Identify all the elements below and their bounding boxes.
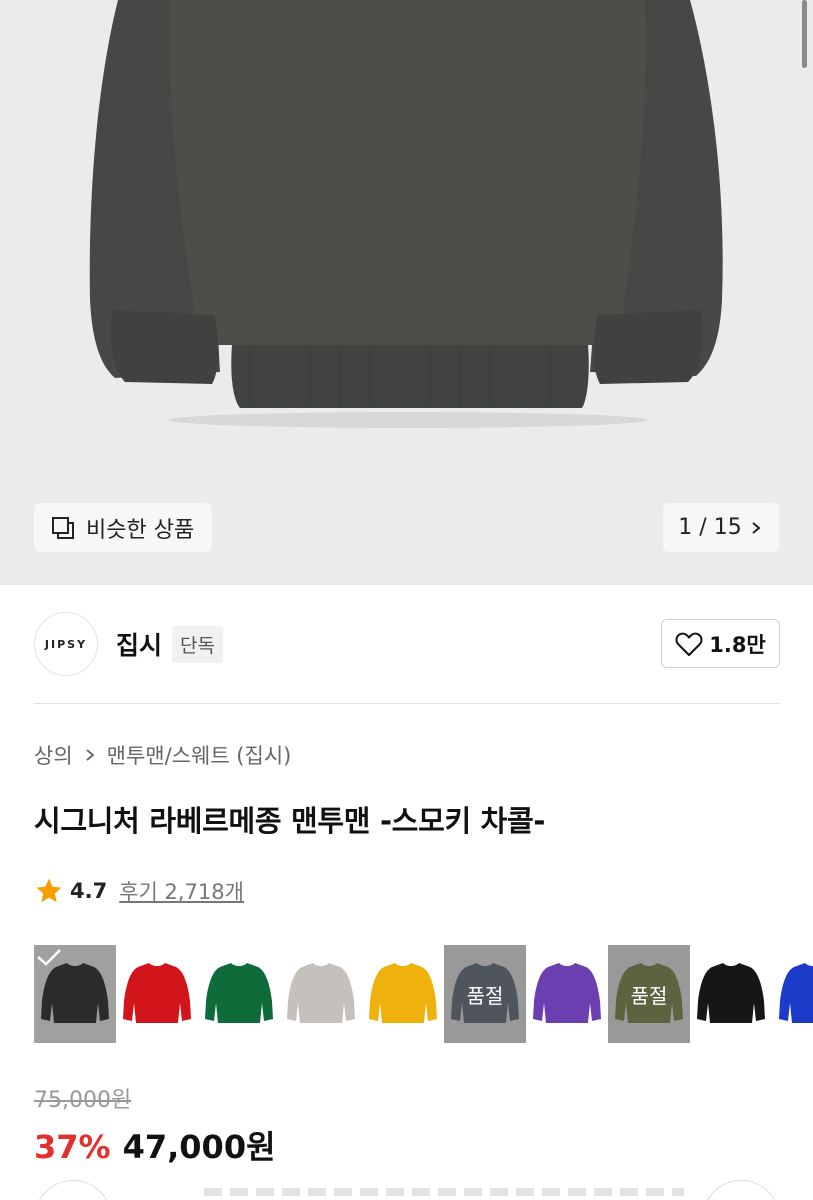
color-swatch[interactable] <box>34 945 116 1043</box>
color-swatch[interactable] <box>280 945 362 1043</box>
rating-score: 4.7 <box>70 879 108 903</box>
color-swatch[interactable] <box>362 945 444 1043</box>
chevron-right-icon <box>752 521 761 534</box>
check-icon <box>34 945 116 1043</box>
exclusive-badge: 단독 <box>172 625 223 663</box>
breadcrumb-item[interactable]: 상의 <box>34 740 73 770</box>
product-title: 시그니처 라베르메종 맨투맨 -스모키 차콜- <box>34 804 546 838</box>
product-image[interactable]: 비슷한 상품 1 / 15 <box>0 0 813 585</box>
color-swatch[interactable] <box>772 945 813 1043</box>
heart-icon <box>675 632 703 656</box>
sweatshirt-thumbnail <box>205 963 273 1023</box>
color-swatch[interactable] <box>690 945 772 1043</box>
soldout-label: 품절 <box>608 945 690 1043</box>
sweatshirt-image <box>89 0 723 428</box>
brand-logo-text: JIPSY <box>44 637 88 651</box>
similar-products-label: 비슷한 상품 <box>86 517 195 543</box>
chevron-right-icon <box>86 749 95 761</box>
brand-logo[interactable]: JIPSY <box>34 612 98 676</box>
pager-count: 1 / 15 <box>678 515 742 540</box>
rating: 4.7 후기 2,718개 <box>34 876 244 906</box>
sweatshirt-thumbnail <box>369 963 437 1023</box>
sweatshirt-thumbnail <box>779 963 813 1023</box>
color-swatch[interactable] <box>526 945 608 1043</box>
divider <box>34 703 780 704</box>
similar-products-button[interactable]: 비슷한 상품 <box>34 503 213 552</box>
breadcrumb: 상의 맨투맨/스웨트 (집시) <box>34 740 291 770</box>
scroll-indicator[interactable] <box>802 0 807 68</box>
sweatshirt-thumbnail <box>123 963 191 1023</box>
star-icon <box>36 878 62 903</box>
sale-price-row: 37% 47,000원 <box>34 1122 276 1168</box>
sweatshirt-thumbnail <box>697 963 765 1023</box>
like-button[interactable]: 1.8만 <box>661 619 780 668</box>
reviews-link[interactable]: 후기 2,718개 <box>119 876 244 906</box>
soldout-label: 품절 <box>444 945 526 1043</box>
color-swatch[interactable]: 품절 <box>444 945 526 1043</box>
discount-rate: 37% <box>34 1128 111 1166</box>
brand-name[interactable]: 집시 <box>116 626 162 662</box>
color-swatches: 품절 품절 <box>34 945 813 1043</box>
breadcrumb-item[interactable]: 맨투맨/스웨트 (집시) <box>107 740 292 770</box>
brand-row: JIPSY 집시 단독 1.8만 <box>34 612 780 676</box>
bottom-right-button[interactable] <box>702 1180 780 1200</box>
sweatshirt-thumbnail <box>533 963 601 1023</box>
color-swatch[interactable] <box>116 945 198 1043</box>
like-count: 1.8만 <box>709 632 766 657</box>
color-swatch[interactable] <box>198 945 280 1043</box>
bottom-left-button[interactable] <box>34 1180 112 1200</box>
bottom-text <box>204 1188 684 1196</box>
sweatshirt-thumbnail <box>287 963 355 1023</box>
similar-icon <box>52 516 74 539</box>
image-pager[interactable]: 1 / 15 <box>663 503 779 552</box>
original-price: 75,000원 <box>34 1088 132 1113</box>
color-swatch[interactable]: 품절 <box>608 945 690 1043</box>
bottom-section-peek <box>34 1180 780 1200</box>
sale-price: 47,000원 <box>122 1128 276 1166</box>
